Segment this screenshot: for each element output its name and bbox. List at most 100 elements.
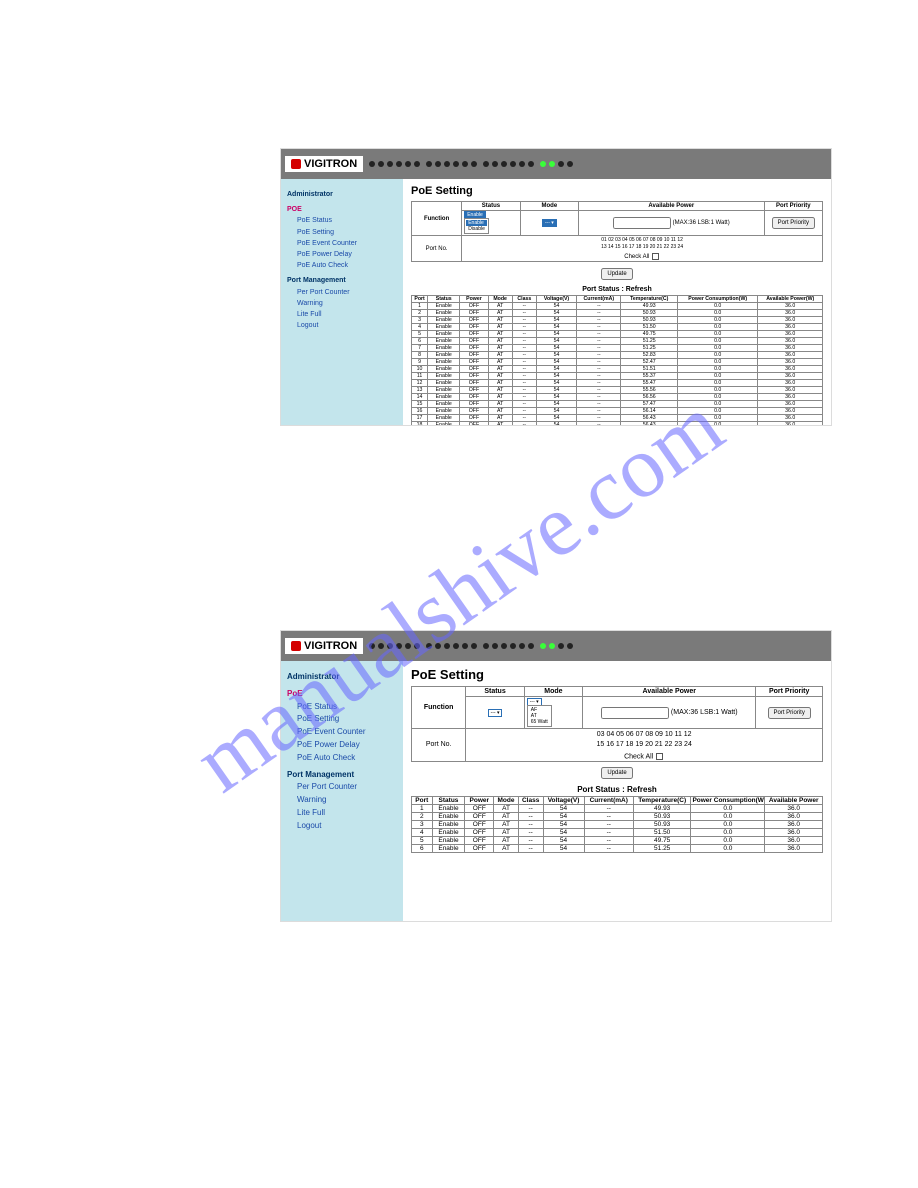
port-status-table: PortStatusPowerModeClassVoltage(V)Curren… <box>411 796 823 853</box>
update-button[interactable]: Update <box>601 767 632 779</box>
table-row: 1EnableOFFAT--54--49.930.036.0 <box>412 804 823 812</box>
nav-logout[interactable]: Logout <box>287 320 397 331</box>
nav-poe-power-delay[interactable]: PoE Power Delay <box>287 739 397 752</box>
table-row: 16EnableOFFAT--54--56.140.036.0 <box>412 408 823 415</box>
status-select-cell: Enable Enable Disable <box>462 211 520 236</box>
col-header: Available Power(W) <box>758 296 823 303</box>
portno-label: Port No. <box>412 236 462 262</box>
col-header: Power Consumption(W) <box>677 296 758 303</box>
port-row-1[interactable]: 03 04 05 06 07 08 09 10 11 12 <box>468 730 820 740</box>
port-status-table: PortStatusPowerModeClassVoltage(V)Curren… <box>411 295 823 425</box>
col-header: Voltage(V) <box>543 796 584 804</box>
col-header: Voltage(V) <box>536 296 576 303</box>
table-row: 3EnableOFFAT--54--50.930.036.0 <box>412 820 823 828</box>
main-panel: PoE Setting Function Status Mode Availab… <box>403 179 831 425</box>
device-header: VIGITRON <box>281 149 831 179</box>
available-power-input[interactable] <box>601 707 669 719</box>
col-header: Status <box>432 796 465 804</box>
check-all-checkbox[interactable] <box>656 753 663 760</box>
nav-poe[interactable]: PoE <box>287 688 397 701</box>
brand-logo: VIGITRON <box>285 156 363 172</box>
port-status-header: Port Status : Refresh <box>411 286 823 293</box>
table-row: 2EnableOFFAT--54--50.930.036.0 <box>412 310 823 317</box>
col-header: Temperature(C) <box>621 296 677 303</box>
port-row-2[interactable]: 15 16 17 18 19 20 21 22 23 24 <box>468 740 820 750</box>
nav-lite-full[interactable]: Lite Full <box>287 309 397 320</box>
table-row: 14EnableOFFAT--54--56.560.036.0 <box>412 394 823 401</box>
table-row: 8EnableOFFAT--54--52.830.036.0 <box>412 352 823 359</box>
table-row: 1EnableOFFAT--54--49.930.036.0 <box>412 303 823 310</box>
nav-administrator[interactable]: Administrator <box>287 671 397 684</box>
nav-lite-full[interactable]: Lite Full <box>287 807 397 820</box>
available-power-note: (MAX:36 LSB:1 Watt) <box>579 211 765 236</box>
main-panel: PoE Setting Function Status Mode Availab… <box>403 661 831 921</box>
table-row: 9EnableOFFAT--54--52.470.036.0 <box>412 359 823 366</box>
nav-administrator[interactable]: Administrator <box>287 189 397 200</box>
function-table: Function Status Mode Available Power Por… <box>411 201 823 262</box>
logo-icon <box>291 641 301 651</box>
nav-poe-auto-check[interactable]: PoE Auto Check <box>287 752 397 765</box>
table-row: 6EnableOFFAT--54--51.250.036.0 <box>412 844 823 852</box>
status-dropdown-options[interactable]: Enable Disable <box>464 218 489 234</box>
func-label: Function <box>412 687 466 729</box>
table-row: 6EnableOFFAT--54--51.250.036.0 <box>412 338 823 345</box>
col-header: Port <box>412 796 433 804</box>
col-header: Current(mA) <box>584 796 633 804</box>
col-header: Mode <box>488 296 512 303</box>
device-header: VIGITRON <box>281 631 831 661</box>
check-all-label: Check All <box>624 753 653 760</box>
port-priority-button[interactable]: Port Priority <box>768 707 811 719</box>
available-power-input[interactable] <box>613 217 671 229</box>
col-port-priority: Port Priority <box>756 687 823 697</box>
col-header: Power Consumption(W) <box>691 796 765 804</box>
nav-logout[interactable]: Logout <box>287 820 397 833</box>
nav-poe-setting[interactable]: PoE Setting <box>287 227 397 238</box>
mode-select[interactable]: --- ▾ <box>542 219 557 227</box>
table-row: 3EnableOFFAT--54--50.930.036.0 <box>412 317 823 324</box>
port-priority-button[interactable]: Port Priority <box>772 217 815 229</box>
nav-poe-auto-check[interactable]: PoE Auto Check <box>287 260 397 271</box>
sidebar: Administrator POE PoE Status PoE Setting… <box>281 179 403 425</box>
mode-select-cell: --- ▾ AF AT 65 Watt <box>524 697 582 729</box>
nav-warning[interactable]: Warning <box>287 298 397 309</box>
nav-poe-event-counter[interactable]: PoE Event Counter <box>287 726 397 739</box>
nav-poe-status[interactable]: PoE Status <box>287 701 397 714</box>
nav-per-port-counter[interactable]: Per Port Counter <box>287 781 397 794</box>
check-all-checkbox[interactable] <box>652 253 659 260</box>
col-port-priority: Port Priority <box>764 202 822 211</box>
port-row-2[interactable]: 13 14 15 16 17 18 19 20 21 22 23 24 <box>464 244 820 251</box>
status-select[interactable]: --- ▾ <box>488 709 503 717</box>
nav-port-management[interactable]: Port Management <box>287 769 397 782</box>
col-available-power: Available Power <box>579 202 765 211</box>
nav-poe[interactable]: POE <box>287 204 397 215</box>
screenshot-1: VIGITRON Administrator POE PoE Status Po… <box>280 148 832 426</box>
port-checkboxes: 01 02 03 04 05 06 07 08 09 10 11 12 13 1… <box>462 236 823 262</box>
table-row: 5EnableOFFAT--54--49.750.036.0 <box>412 331 823 338</box>
nav-poe-power-delay[interactable]: PoE Power Delay <box>287 249 397 260</box>
mode-dropdown-options[interactable]: AF AT 65 Watt <box>527 705 552 727</box>
table-row: 17EnableOFFAT--54--56.430.036.0 <box>412 415 823 422</box>
col-header: Current(mA) <box>577 296 621 303</box>
check-all-label: Check All <box>624 254 649 260</box>
screenshot-2: VIGITRON Administrator PoE PoE Status Po… <box>280 630 832 922</box>
port-status-header: Port Status : Refresh <box>411 785 823 794</box>
port-row-1[interactable]: 01 02 03 04 05 06 07 08 09 10 11 12 <box>464 237 820 244</box>
portno-label: Port No. <box>412 729 466 762</box>
nav-warning[interactable]: Warning <box>287 794 397 807</box>
nav-per-port-counter[interactable]: Per Port Counter <box>287 287 397 298</box>
col-header: Temperature(C) <box>633 796 691 804</box>
col-header: Class <box>512 296 536 303</box>
table-row: 4EnableOFFAT--54--51.500.036.0 <box>412 324 823 331</box>
brand-logo: VIGITRON <box>285 638 363 654</box>
table-row: 7EnableOFFAT--54--51.250.036.0 <box>412 345 823 352</box>
nav-poe-status[interactable]: PoE Status <box>287 215 397 226</box>
page-title: PoE Setting <box>411 667 823 682</box>
nav-port-management[interactable]: Port Management <box>287 275 397 286</box>
update-button[interactable]: Update <box>601 268 632 280</box>
col-header: Power <box>465 796 494 804</box>
col-available-power: Available Power <box>583 687 756 697</box>
nav-poe-setting[interactable]: PoE Setting <box>287 713 397 726</box>
table-row: 5EnableOFFAT--54--49.750.036.0 <box>412 836 823 844</box>
nav-poe-event-counter[interactable]: PoE Event Counter <box>287 238 397 249</box>
col-header: Available Power <box>765 796 823 804</box>
